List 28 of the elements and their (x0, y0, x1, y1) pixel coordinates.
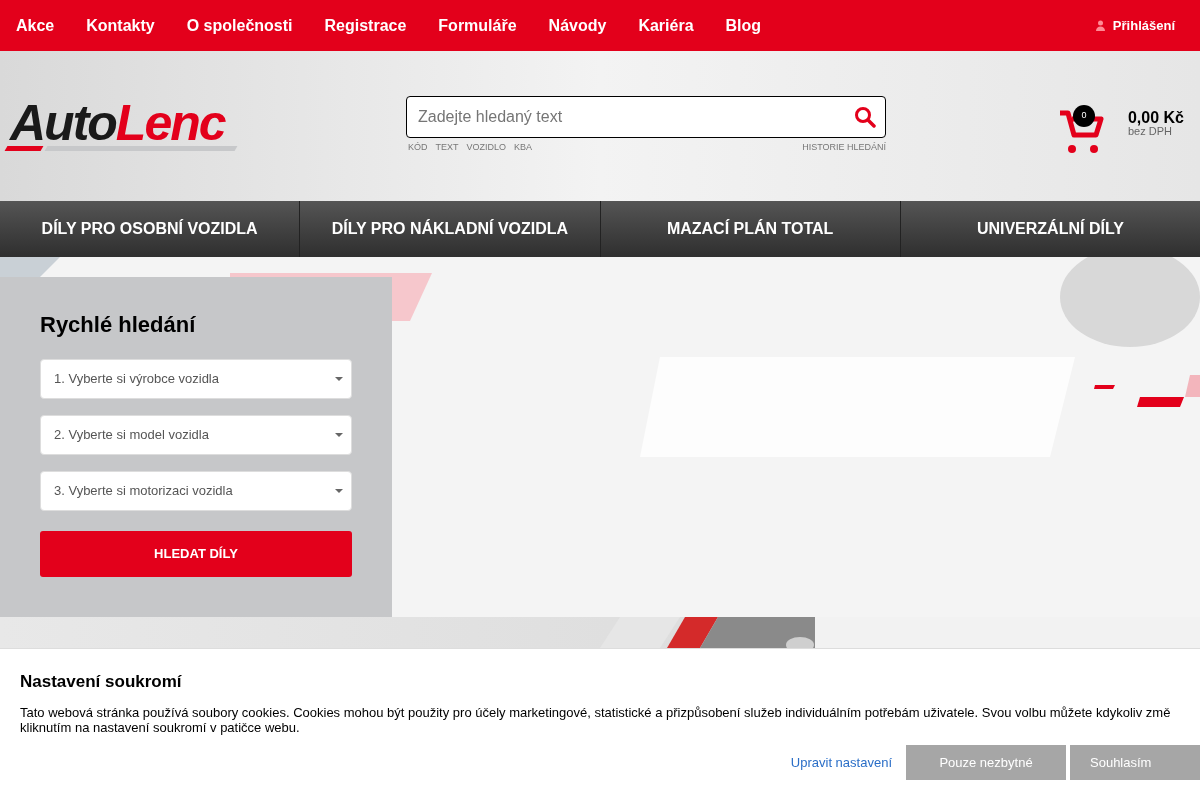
search-mode-link[interactable]: KBA (514, 141, 533, 155)
cookie-text: Tato webová stránka používá soubory cookies. Cookies mohou být použity pro účely marketingové, statistické a přizpůsobení služeb individuálním potřebám uživatele. Svou volbu můžete kdykoliv změ (20, 704, 1171, 720)
top-menu-link[interactable]: Návody (548, 13, 607, 38)
top-menu-link[interactable]: Kontakty (86, 13, 155, 38)
cart-price: 0,00 Kč (1127, 109, 1184, 126)
top-menu-link[interactable]: Blog (725, 13, 762, 38)
search-history-link[interactable]: HISTORIE HLEDÁNÍ (802, 141, 886, 155)
top-menu-link[interactable]: O společnosti (186, 13, 293, 38)
cart-button[interactable]: 0 (1057, 107, 1106, 157)
search-mode-link[interactable]: VOZIDLO (466, 141, 507, 155)
cart-count-badge: 0 (1072, 105, 1095, 127)
top-menu-link[interactable]: Formuláře (438, 13, 517, 38)
category-tab[interactable]: DÍLY PRO OSOBNÍ VOZIDLA (0, 201, 300, 257)
top-menu-link[interactable]: Kariéra (638, 13, 694, 38)
cart-icon (1057, 109, 1104, 155)
login-link[interactable]: Přihlášení (1095, 15, 1175, 36)
cookie-title: Nastavení soukromí (20, 671, 183, 693)
privacy-settings-link[interactable]: Upravit nastavení (790, 752, 892, 773)
search-icon[interactable] (854, 106, 876, 128)
user-icon (1095, 20, 1105, 31)
logo[interactable]: AutoLenc (2, 99, 242, 151)
cookie-text: kliknutím na nastavení soukromí v patičce webu. (20, 719, 300, 735)
search-mode-link[interactable]: TEXT (435, 141, 459, 155)
top-menu-link[interactable]: Akce (16, 13, 55, 38)
top-menu-link[interactable]: Registrace (324, 13, 407, 38)
search-field[interactable]: Zadejte hledaný text (406, 96, 886, 138)
cart-vat-note: bez DPH (1127, 126, 1173, 137)
search-mode-link[interactable]: KÓD (408, 141, 428, 155)
